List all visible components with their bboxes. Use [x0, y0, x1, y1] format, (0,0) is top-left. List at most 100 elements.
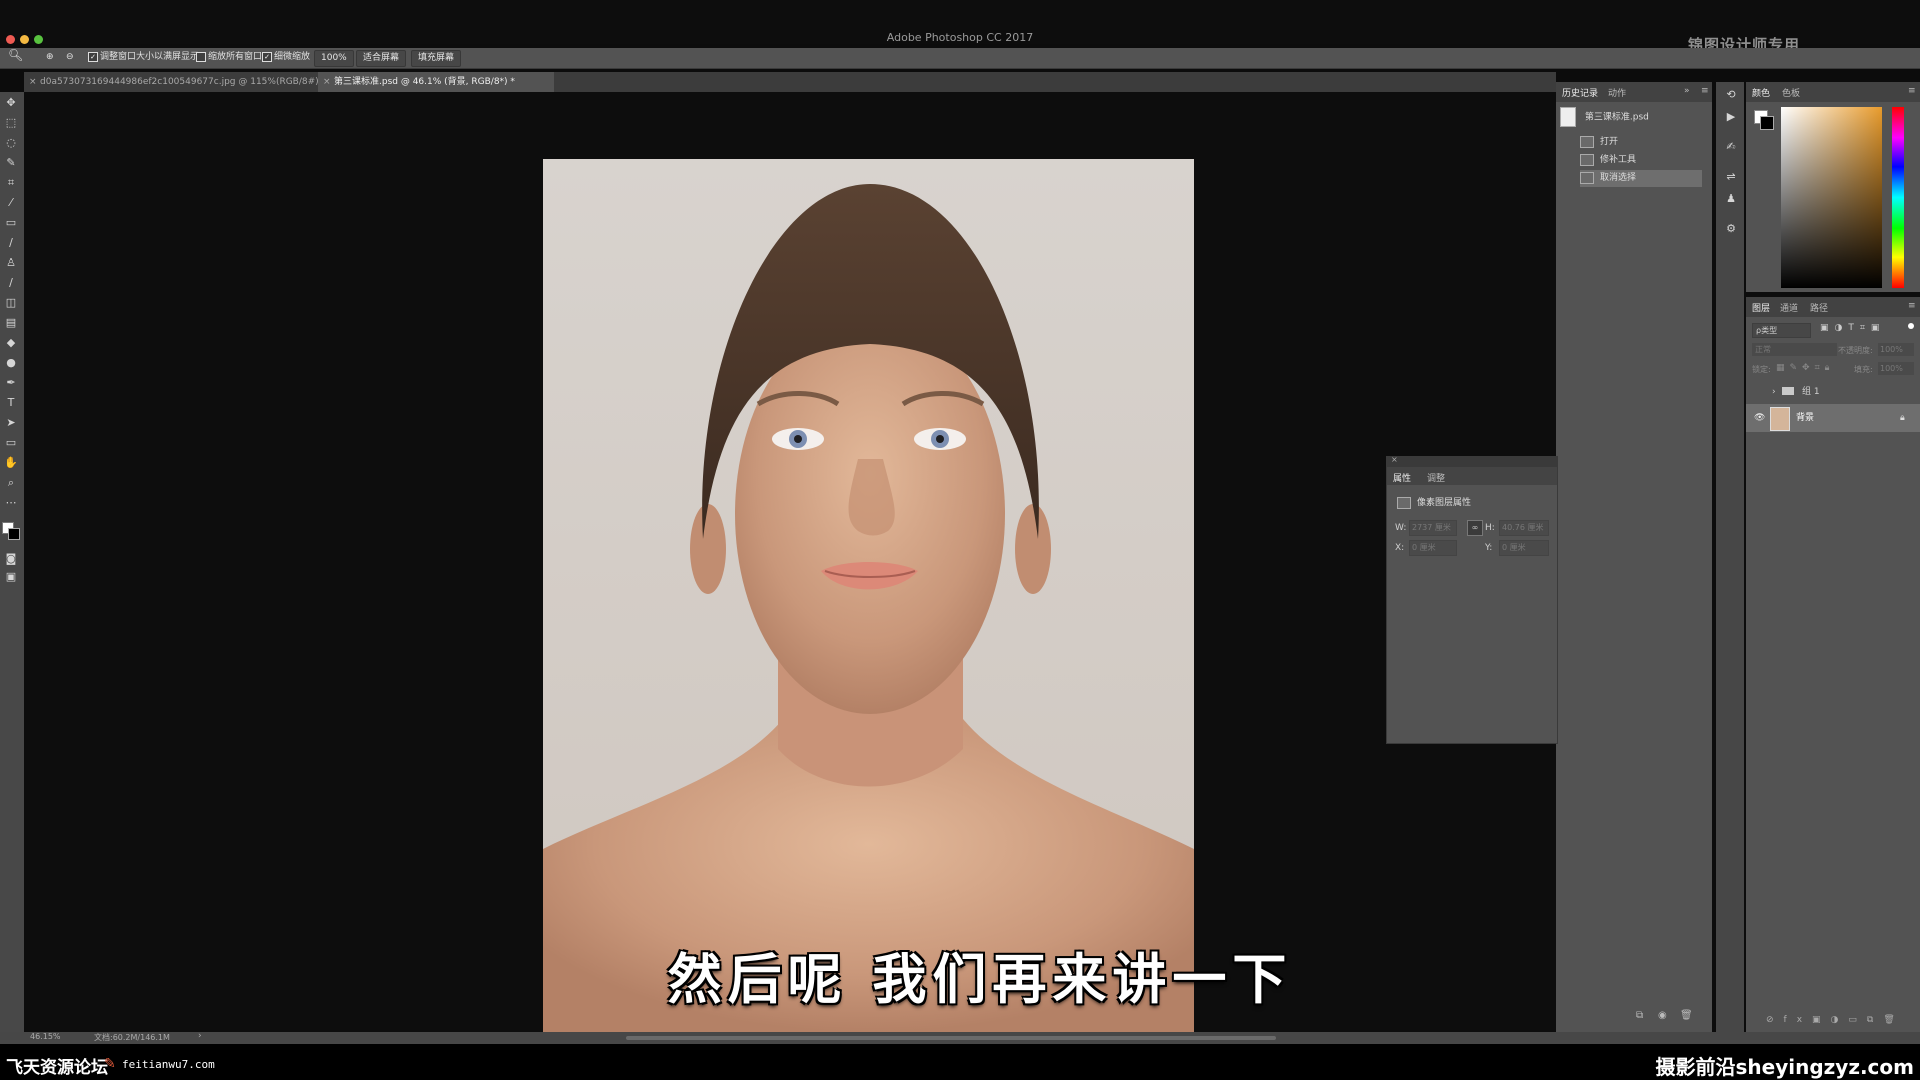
trash-icon[interactable]: 🗑︎: [1680, 1010, 1693, 1021]
expand-chevron-icon[interactable]: ›: [1772, 382, 1776, 402]
zoom-tool-icon[interactable]: ⌕: [3, 476, 19, 490]
more-tools-icon[interactable]: ⋯: [3, 496, 19, 510]
fill-field[interactable]: 100%: [1878, 362, 1914, 375]
background-color-swatch[interactable]: [1760, 116, 1774, 130]
path-select-tool-icon[interactable]: ➤: [3, 416, 19, 430]
tab-swatches[interactable]: 色板: [1782, 86, 1800, 99]
brush-settings-icon[interactable]: ✍: [1723, 140, 1739, 154]
zoom-100-button[interactable]: 100%: [314, 50, 354, 67]
resize-windows-checkbox[interactable]: ✓ 调整窗口大小以满屏显示: [88, 51, 199, 64]
screen-mode-icon[interactable]: ▣: [3, 570, 19, 584]
opacity-label: 不透明度:: [1838, 346, 1873, 355]
healing-tool-icon[interactable]: ▭: [3, 216, 19, 230]
color-spectrum-field[interactable]: [1781, 107, 1882, 288]
scrubby-zoom-checkbox[interactable]: ✓ 细微缩放: [262, 51, 310, 64]
properties-panel-header[interactable]: ×: [1387, 455, 1557, 467]
history-item-deselect[interactable]: 取消选择: [1580, 170, 1702, 187]
stamp-tool-icon[interactable]: ♙: [3, 256, 19, 270]
panel-menu-icon[interactable]: ≡: [1908, 301, 1916, 311]
fill-screen-button[interactable]: 填充屏幕: [411, 50, 462, 67]
hand-tool-icon[interactable]: ✋: [3, 456, 19, 470]
dodge-tool-icon[interactable]: ●: [3, 356, 19, 370]
y-field[interactable]: 0 厘米: [1499, 540, 1549, 556]
panel-menu-icon[interactable]: ≡: [1908, 86, 1916, 96]
tab-paths[interactable]: 路径: [1810, 301, 1828, 314]
new-document-from-state-icon[interactable]: ⧉: [1636, 1010, 1643, 1021]
close-tab-icon[interactable]: ×: [323, 72, 331, 92]
folder-icon: [1782, 387, 1794, 395]
crop-tool-icon[interactable]: ⌗: [3, 176, 19, 190]
height-field[interactable]: 40.76 厘米: [1499, 520, 1549, 536]
tab-properties[interactable]: 属性: [1393, 471, 1411, 484]
history-item-open[interactable]: 打开: [1580, 134, 1618, 151]
visibility-eye-icon[interactable]: 👁︎: [1754, 404, 1765, 432]
opacity-field[interactable]: 100%: [1878, 343, 1914, 356]
close-tab-icon[interactable]: ×: [29, 72, 37, 92]
status-menu-arrow-icon[interactable]: ›: [198, 1031, 202, 1041]
pen-tool-icon[interactable]: ✒: [3, 376, 19, 390]
lock-icons[interactable]: ▦✎✥⌗🔒︎: [1776, 363, 1834, 373]
tab-actions[interactable]: 动作: [1608, 86, 1626, 99]
document-tabs: × d0a5730731694449​86ef2c100549677c.jpg …: [24, 72, 1556, 92]
zoom-all-checkbox[interactable]: 缩放所有窗口: [196, 51, 262, 64]
eyedropper-tool-icon[interactable]: ⁄: [3, 196, 19, 210]
fit-screen-button[interactable]: 适合屏幕: [356, 50, 407, 67]
link-icon[interactable]: ∞: [1467, 520, 1483, 536]
tab-adjustments[interactable]: 调整: [1427, 471, 1445, 484]
brush-tool-icon[interactable]: ∕: [3, 236, 19, 250]
adjustments-icon[interactable]: ⇌: [1723, 170, 1739, 184]
close-panel-icon[interactable]: ×: [1391, 455, 1398, 464]
filter-toggle-icon[interactable]: [1908, 323, 1914, 329]
actions-play-icon[interactable]: ▶: [1723, 110, 1739, 124]
zoom-out-icon[interactable]: ⊖: [66, 51, 74, 64]
tab-channels[interactable]: 通道: [1780, 301, 1798, 314]
lasso-tool-icon[interactable]: ◌: [3, 136, 19, 150]
quick-select-tool-icon[interactable]: ✎: [3, 156, 19, 170]
history-brush-icon[interactable]: ∕: [3, 276, 19, 290]
history-item-label: 修补工具: [1600, 155, 1637, 165]
lock-icon[interactable]: 🔒︎: [1900, 404, 1905, 432]
layers-panel: 图层 通道 路径 ≡ ρ类型 ▣◑T⌗▣ 正常 不透明度: 100% 锁定: ▦…: [1746, 297, 1920, 1032]
layer-filter-icons[interactable]: ▣◑T⌗▣: [1820, 323, 1885, 333]
blend-mode-select[interactable]: 正常: [1752, 343, 1837, 356]
history-icon[interactable]: ⟲: [1723, 88, 1739, 102]
zoom-in-icon[interactable]: ⊕: [46, 51, 54, 64]
zoom-tool-icon[interactable]: 🔍︎: [8, 49, 23, 62]
horizontal-scrollbar[interactable]: [626, 1036, 1276, 1040]
layer-row-background[interactable]: 👁︎ 背景 🔒︎: [1746, 404, 1920, 432]
new-snapshot-icon[interactable]: ◉: [1658, 1010, 1667, 1021]
tab-color[interactable]: 颜色: [1752, 86, 1770, 99]
tab-document-1[interactable]: × d0a5730731694449​86ef2c100549677c.jpg …: [24, 72, 330, 92]
history-panel: 历史记录 动作 » ≡ 第三课标准.psd 打开 修补工具 取消选择 ⧉ ◉ 🗑…: [1556, 82, 1712, 1032]
watermark-right: 摄影前沿sheyingzyz.com: [1655, 1055, 1914, 1079]
gradient-tool-icon[interactable]: ▤: [3, 316, 19, 330]
panel-collapse-icon[interactable]: »: [1684, 86, 1690, 96]
tab-document-2[interactable]: × 第三课标准.psd @ 46.1% (背景, RGB/8*) *: [318, 72, 554, 92]
layer-bottom-icons[interactable]: ⊘fx▣◑▭⧉🗑︎: [1766, 1015, 1905, 1025]
clone-source-icon[interactable]: ♟: [1723, 192, 1739, 206]
properties-icon[interactable]: ⚙: [1723, 222, 1739, 236]
properties-panel: × 属性 调整 像素图层属性 W: 2737 厘米 ∞ H: 40.76 厘米 …: [1386, 455, 1558, 744]
shape-tool-icon[interactable]: ▭: [3, 436, 19, 450]
quick-mask-icon[interactable]: ◙: [3, 552, 19, 566]
document-photo[interactable]: [543, 159, 1194, 1032]
type-tool-icon[interactable]: T: [3, 396, 19, 410]
x-field[interactable]: 0 厘米: [1409, 540, 1457, 556]
layer-row-group[interactable]: › 组 1: [1746, 382, 1920, 402]
width-field[interactable]: 2737 厘米: [1409, 520, 1457, 536]
zoom-level[interactable]: 46.15%: [30, 1032, 61, 1041]
panel-menu-icon[interactable]: ≡: [1701, 86, 1709, 96]
history-item-patch[interactable]: 修补工具: [1580, 152, 1636, 169]
tab-layers[interactable]: 图层: [1752, 301, 1770, 314]
eraser-tool-icon[interactable]: ◫: [3, 296, 19, 310]
hue-slider[interactable]: [1892, 107, 1904, 288]
layer-filter-select[interactable]: ρ类型: [1752, 323, 1811, 338]
move-tool-icon[interactable]: ✥: [3, 96, 19, 110]
background-color-swatch[interactable]: [8, 528, 20, 540]
marquee-tool-icon[interactable]: ⬚: [3, 116, 19, 130]
tab-history[interactable]: 历史记录: [1562, 86, 1598, 99]
history-snapshot[interactable]: 第三课标准.psd: [1560, 107, 1706, 127]
video-subtitle: 然后呢 我们再来讲一下: [667, 948, 1293, 1011]
blur-tool-icon[interactable]: ◆: [3, 336, 19, 350]
fill-label: 填充:: [1854, 365, 1873, 374]
